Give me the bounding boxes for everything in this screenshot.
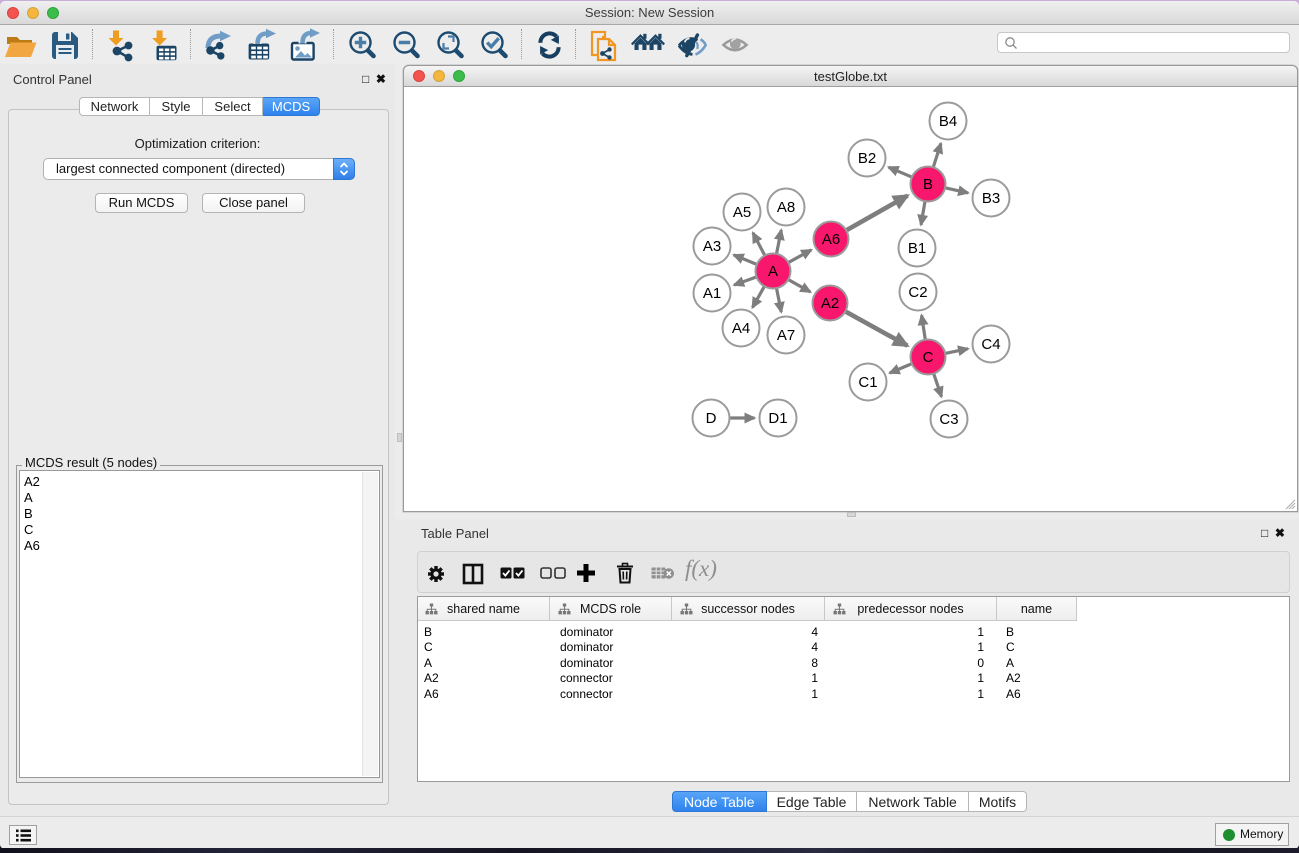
svg-text:D: D: [706, 410, 717, 427]
svg-text:A4: A4: [732, 320, 750, 337]
svg-text:C: C: [923, 349, 934, 366]
svg-text:C3: C3: [939, 411, 958, 428]
svg-text:A2: A2: [821, 295, 839, 312]
svg-text:C2: C2: [908, 284, 927, 301]
svg-text:B3: B3: [982, 190, 1000, 207]
svg-text:B1: B1: [908, 240, 926, 257]
svg-text:A7: A7: [777, 327, 795, 344]
svg-text:B2: B2: [858, 150, 876, 167]
svg-text:B4: B4: [939, 113, 957, 130]
svg-text:A1: A1: [703, 285, 721, 302]
svg-text:A3: A3: [703, 238, 721, 255]
svg-text:A8: A8: [777, 199, 795, 216]
svg-text:A: A: [768, 263, 778, 280]
svg-text:A5: A5: [733, 204, 751, 221]
svg-text:A6: A6: [822, 231, 840, 248]
svg-text:D1: D1: [768, 410, 787, 427]
svg-text:C4: C4: [981, 336, 1000, 353]
svg-text:C1: C1: [858, 374, 877, 391]
svg-text:B: B: [923, 176, 933, 193]
